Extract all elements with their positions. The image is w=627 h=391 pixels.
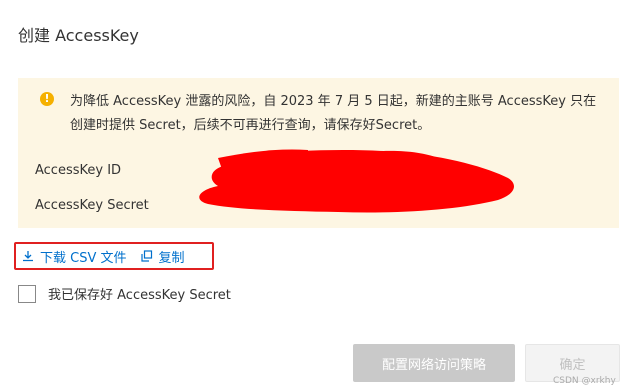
watermark: CSDN @xrkhy [553, 376, 616, 386]
copy-label: 复制 [158, 250, 185, 266]
warning-panel: ! 为降低 AccessKey 泄露的风险，自 2023 年 7 月 5 日起，… [18, 78, 619, 228]
copy-icon [140, 250, 152, 262]
redaction-scribble [199, 149, 514, 213]
configure-network-policy-button[interactable]: 配置网络访问策略 [353, 344, 515, 382]
key-actions-group: 下载 CSV 文件 复制 [14, 242, 214, 270]
download-icon [23, 251, 33, 262]
dialog-title: 创建 AccessKey [18, 26, 139, 45]
download-csv-label: 下载 CSV 文件 [40, 250, 127, 266]
confirm-saved-label: 我已保存好 AccessKey Secret [48, 288, 231, 303]
copy-button[interactable]: 复制 [140, 247, 185, 266]
download-csv-button[interactable]: 下载 CSV 文件 [22, 247, 127, 266]
confirm-saved-row: 我已保存好 AccessKey Secret [18, 284, 231, 303]
confirm-saved-checkbox[interactable] [18, 284, 36, 303]
